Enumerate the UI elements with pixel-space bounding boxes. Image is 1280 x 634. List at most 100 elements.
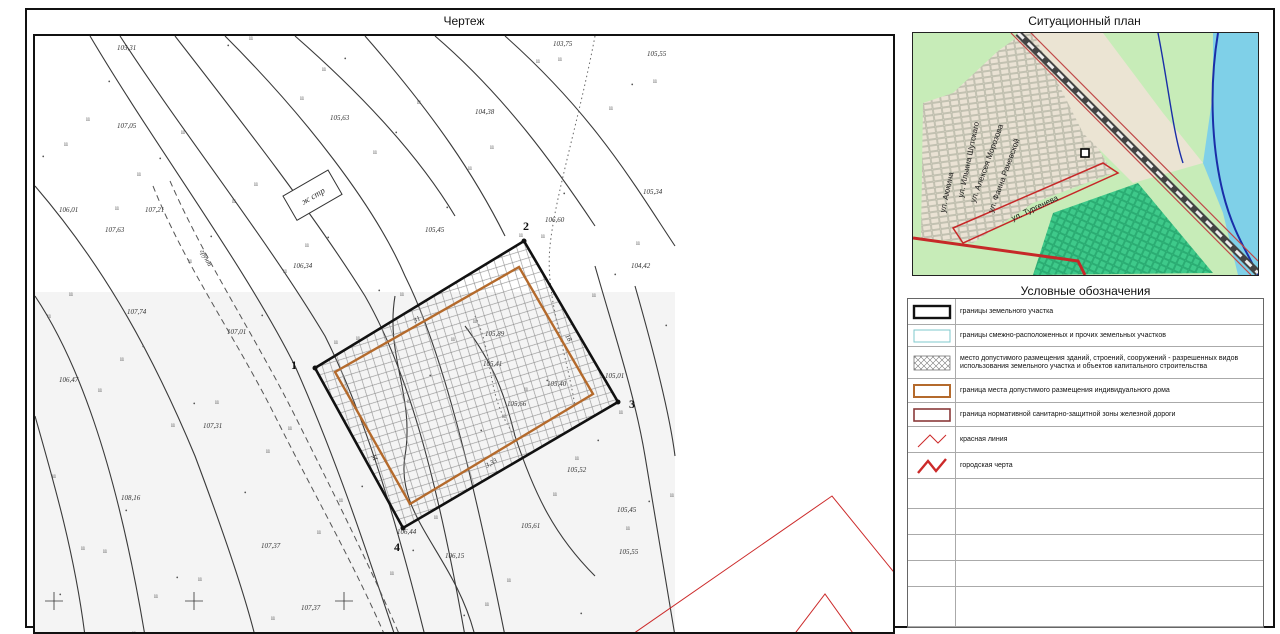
legend-row-empty <box>908 535 1263 561</box>
legend-text: границы смежно-расположенных и прочих зе… <box>960 331 1166 339</box>
grass-mark: ıı <box>553 490 557 498</box>
legend-row-city-line: городская черта <box>908 453 1263 479</box>
survey-elevation-label: 106,44 <box>397 528 417 536</box>
grass-mark: ıı <box>541 232 545 240</box>
survey-elevation-label: 104,42 <box>631 262 651 270</box>
situation-plan-header: Ситуационный план <box>1028 14 1141 28</box>
grass-mark: ıı <box>485 600 489 608</box>
house-boundary-symbol <box>908 379 956 402</box>
grass-mark: ıı <box>254 180 258 188</box>
city-line-symbol <box>908 453 956 478</box>
drawing-blank <box>675 36 893 632</box>
survey-elevation-label: 106,15 <box>445 552 465 560</box>
grass-mark: ıı <box>198 575 202 583</box>
grass-mark: ıı <box>232 197 236 205</box>
survey-elevation-label: 105,63 <box>330 114 350 122</box>
legend-row-empty <box>908 509 1263 535</box>
survey-elevation-label: 105,61 <box>521 522 540 530</box>
legend-text: городская черта <box>960 461 1013 469</box>
legend: границы земельного участка границы смежно… <box>907 298 1264 628</box>
grass-mark: ıı <box>670 491 674 499</box>
grass-mark: ıı <box>69 290 73 298</box>
survey-elevation-label: 105,31 <box>117 44 136 52</box>
grass-mark: ıı <box>98 386 102 394</box>
grass-mark: ıı <box>47 312 51 320</box>
grass-mark: ıı <box>619 408 623 416</box>
empty-symbol <box>908 535 956 560</box>
sanitary-zone-symbol <box>908 403 956 426</box>
grass-mark: ıı <box>653 77 657 85</box>
grass-mark: ıı <box>575 454 579 462</box>
grass-mark: ıı <box>86 115 90 123</box>
grass-mark: ıı <box>339 496 343 504</box>
survey-elevation-label: 107,01 <box>227 328 246 336</box>
grass-mark: ıı <box>390 569 394 577</box>
legend-row-house-boundary: граница места допустимого размещения инд… <box>908 379 1263 403</box>
survey-elevation-label: 106,01 <box>59 206 78 214</box>
legend-text: границы земельного участка <box>960 307 1054 315</box>
grass-mark: ıı <box>115 204 119 212</box>
drawing-header: Чертеж <box>443 14 485 28</box>
legend-text: красная линия <box>960 435 1008 443</box>
legend-header: Условные обозначения <box>1020 284 1151 298</box>
grass-mark: ıı <box>536 57 540 65</box>
grass-mark: ıı <box>300 94 304 102</box>
survey-elevation-label: 107,37 <box>301 604 321 612</box>
grass-mark: ıı <box>64 140 68 148</box>
empty-symbol <box>908 509 956 534</box>
survey-elevation-label: 105,01 <box>605 372 624 380</box>
grass-mark: ıı <box>137 170 141 178</box>
grass-mark: ıı <box>592 291 596 299</box>
survey-elevation-label: 104,38 <box>475 108 495 116</box>
survey-elevation-label: 105,45 <box>425 226 445 234</box>
corner-dot <box>400 525 406 531</box>
legend-text: место допустимого размещения зданий, стр… <box>960 354 1239 370</box>
legend-row-hatched-area: место допустимого размещения зданий, стр… <box>908 347 1263 379</box>
drawing-map[interactable]: грунт ж стр ıı•ıııı•ıııı•ıııı•ıııı•ıııı•… <box>33 34 895 634</box>
corner-dot <box>312 365 318 371</box>
situation-plan-map[interactable]: ул. Аюкина ул. Ильина Шутскаго ул. Алекс… <box>912 32 1259 276</box>
corner-4-label: 4 <box>394 540 400 554</box>
parcel-boundary-symbol <box>908 299 956 324</box>
grass-mark: ıı <box>507 576 511 584</box>
corner-dot <box>615 399 621 405</box>
grass-mark: ıı <box>626 524 630 532</box>
legend-row-sanitary-zone: граница нормативной санитарно-защитной з… <box>908 403 1263 427</box>
grass-mark: ıı <box>334 338 338 346</box>
grass-mark: ıı <box>188 257 192 265</box>
survey-elevation-label: 107,37 <box>261 542 281 550</box>
grass-mark: ıı <box>434 513 438 521</box>
grass-mark: ıı <box>373 148 377 156</box>
grass-mark: ıı <box>288 424 292 432</box>
grass-mark: ıı <box>266 447 270 455</box>
empty-symbol <box>908 587 956 626</box>
legend-row-empty <box>908 479 1263 509</box>
grass-mark: ıı <box>171 421 175 429</box>
situation-plan-svg: ул. Аюкина ул. Ильина Шутскаго ул. Алекс… <box>913 33 1258 275</box>
survey-elevation-label: 105,52 <box>567 466 587 474</box>
survey-elevation-label: 105,55 <box>647 50 667 58</box>
corner-dot <box>521 238 527 244</box>
grass-mark: ıı <box>558 55 562 63</box>
survey-elevation-label: 105,45 <box>617 506 637 514</box>
survey-elevation-label: 107,74 <box>127 308 147 316</box>
legend-row-empty <box>908 587 1263 627</box>
empty-symbol <box>908 561 956 586</box>
grass-mark: ıı <box>317 528 321 536</box>
grass-mark: ıı <box>417 98 421 106</box>
grass-mark: ıı <box>103 547 107 555</box>
legend-row-empty <box>908 561 1263 587</box>
grass-mark: ıı <box>305 241 309 249</box>
grass-mark: ıı <box>215 398 219 406</box>
legend-row-adjacent-parcels: границы смежно-расположенных и прочих зе… <box>908 325 1263 347</box>
survey-elevation-label: 108,16 <box>121 494 141 502</box>
corner-1-label: 1 <box>291 358 297 372</box>
survey-elevation-label: 105,34 <box>643 188 663 196</box>
survey-elevation-label: 105,55 <box>619 548 639 556</box>
grass-mark: ıı <box>181 128 185 136</box>
corner-2-label: 2 <box>523 219 529 233</box>
legend-row-parcel-boundary: границы земельного участка <box>908 299 1263 325</box>
topo-upper <box>35 36 675 292</box>
survey-elevation-label: 107,31 <box>203 422 222 430</box>
grass-mark: ıı <box>52 472 56 480</box>
